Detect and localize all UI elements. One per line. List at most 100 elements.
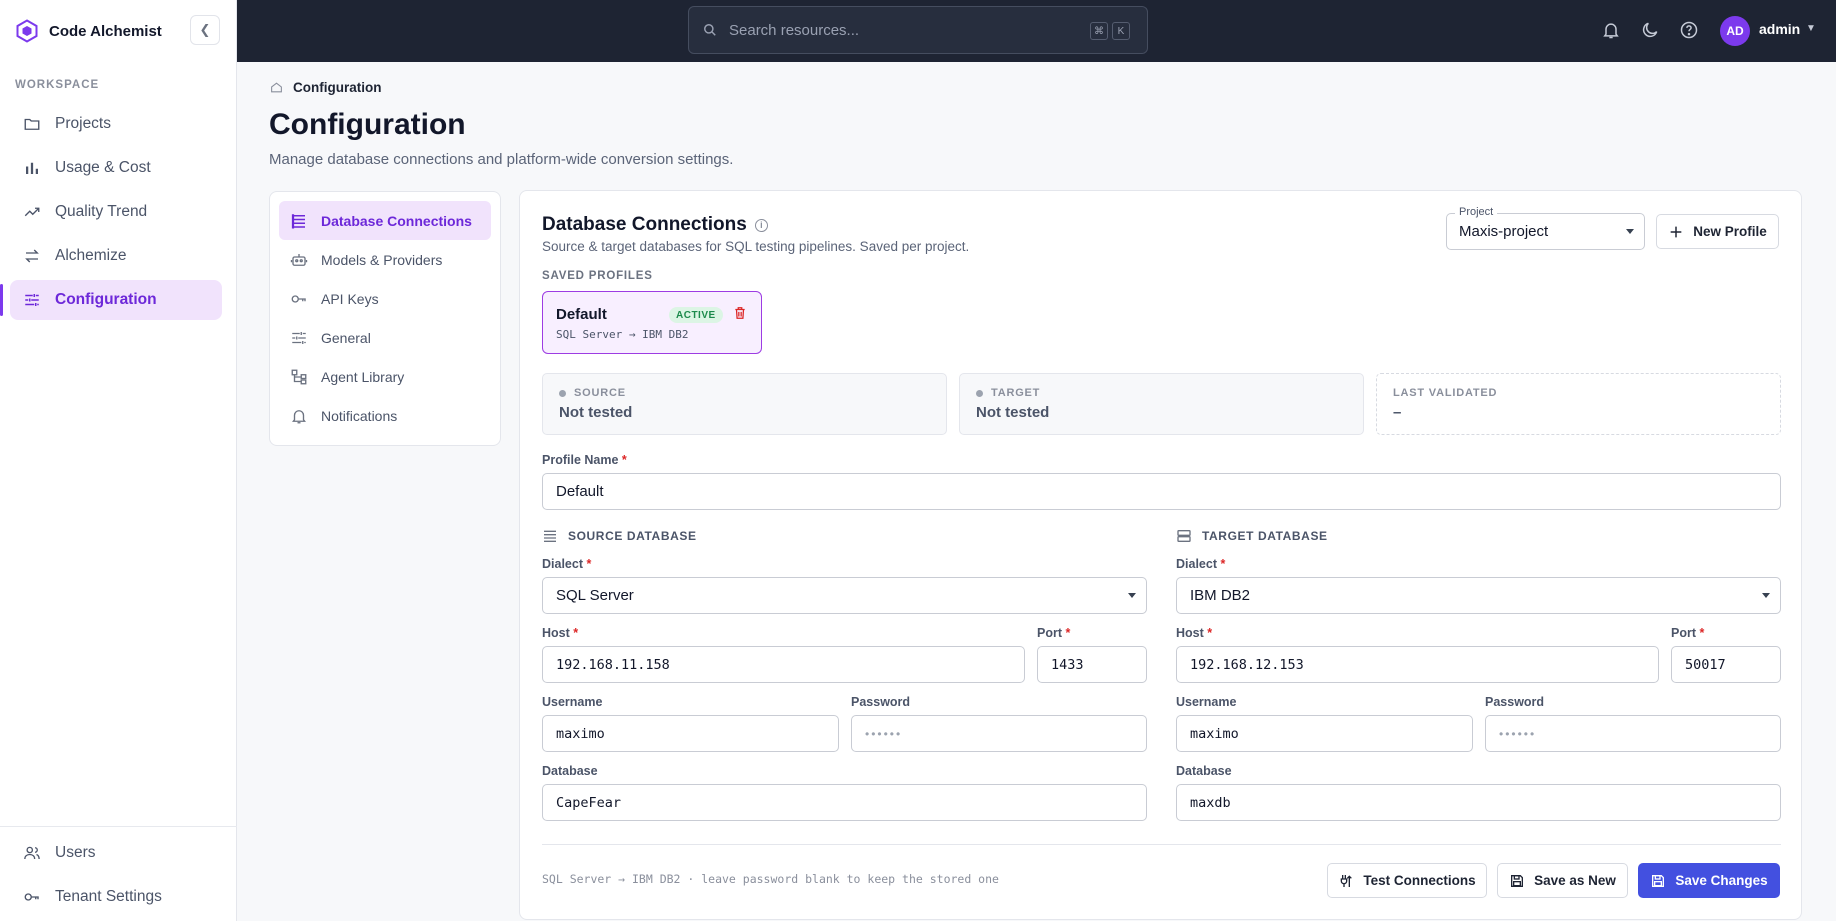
profile-description: SQL Server → IBM DB2 [556, 328, 689, 341]
subnav-item-api-keys[interactable]: API Keys [279, 279, 491, 318]
source-dialect-value: SQL Server [556, 587, 634, 604]
key-icon [291, 294, 306, 303]
source-host-label-text: Host [542, 626, 570, 640]
moon-icon[interactable] [1640, 20, 1660, 40]
source-port-label-text: Port [1037, 626, 1062, 640]
sidebar-item-usage-cost[interactable]: Usage & Cost [10, 148, 222, 188]
source-host-input[interactable]: 192.168.11.158 [542, 646, 1025, 683]
status-dot-icon [976, 389, 983, 397]
subnav-item-database-connections[interactable]: Database Connections [279, 201, 491, 240]
save-icon [1511, 874, 1524, 887]
new-profile-button[interactable]: New Profile [1656, 214, 1779, 249]
sidebar-item-label: Quality Trend [55, 203, 148, 220]
source-host-label: Host * [542, 626, 579, 640]
info-icon[interactable]: i [754, 218, 768, 232]
trash-icon[interactable] [733, 306, 747, 320]
subnav-item-agent-library[interactable]: Agent Library [279, 357, 491, 396]
target-port-label-text: Port [1671, 626, 1696, 640]
source-port-label: Port * [1037, 626, 1071, 640]
status-dot-icon [559, 389, 566, 397]
subnav-item-general[interactable]: General [279, 318, 491, 357]
sidebar-item-users[interactable]: Users [10, 833, 222, 873]
shortcut-key-k: K [1112, 22, 1130, 40]
save-changes-label: Save Changes [1675, 873, 1768, 888]
source-password-label: Password [851, 695, 911, 709]
source-database-heading-text: SOURCE DATABASE [568, 529, 697, 543]
sidebar-item-label: Alchemize [55, 247, 127, 264]
robot-icon [290, 253, 308, 266]
database-icon [544, 530, 556, 542]
profile-card-default[interactable]: Default ACTIVE SQL Server → IBM DB2 [542, 291, 762, 354]
subnav-item-label: API Keys [321, 290, 379, 307]
project-select[interactable]: Project Maxis-project [1446, 206, 1645, 250]
sidebar-item-tenant-settings[interactable]: Tenant Settings [10, 877, 222, 917]
sidebar-item-alchemize[interactable]: Alchemize [10, 236, 222, 276]
target-dialect-select[interactable]: IBM DB2 [1176, 577, 1781, 614]
target-database-input[interactable]: maxdb [1176, 784, 1781, 821]
target-host-input[interactable]: 192.168.12.153 [1176, 646, 1659, 683]
source-status-value: Not tested [559, 404, 633, 421]
subnav-item-notifications[interactable]: Notifications [279, 396, 491, 435]
collapse-sidebar-button[interactable]: ❮ [190, 15, 220, 45]
source-username-input[interactable]: maximo [542, 715, 839, 752]
tree-icon [291, 369, 307, 384]
source-database-heading: SOURCE DATABASE [542, 528, 697, 544]
save-changes-button[interactable]: Save Changes [1638, 863, 1780, 898]
chevron-down-icon[interactable]: ▼ [1806, 23, 1816, 34]
server-icon [1177, 530, 1191, 542]
chevron-left-icon: ❮ [199, 22, 211, 37]
bell-icon [292, 409, 306, 423]
user-menu-name[interactable]: admin [1759, 21, 1800, 37]
home-icon[interactable] [270, 81, 283, 94]
database-icon [291, 213, 305, 228]
topbar: Search resources... ⌘ K AD admin ▼ [237, 0, 1836, 62]
subnav-item-label: Models & Providers [321, 251, 443, 268]
breadcrumb: Configuration [270, 80, 381, 95]
search-input[interactable]: Search resources... ⌘ K [688, 6, 1148, 54]
swap-icon [25, 249, 39, 263]
sidebar-item-projects[interactable]: Projects [10, 104, 222, 144]
target-status-label: TARGET [976, 387, 1040, 399]
source-dialect-select[interactable]: SQL Server [542, 577, 1147, 614]
page-subtitle: Manage database connections and platform… [269, 151, 734, 168]
plus-icon [1670, 226, 1682, 237]
source-port-input[interactable]: 1433 [1037, 646, 1147, 683]
caret-down-icon [1762, 593, 1770, 598]
trend-icon [24, 207, 40, 217]
key-icon [24, 893, 39, 901]
subnav-item-models-providers[interactable]: Models & Providers [279, 240, 491, 279]
caret-down-icon [1626, 229, 1634, 234]
source-dialect-label-text: Dialect [542, 557, 583, 571]
subnav-item-label: Agent Library [321, 368, 405, 385]
profile-name-label-text: Profile Name [542, 453, 619, 467]
target-dialect-label-text: Dialect [1176, 557, 1217, 571]
project-select-label: Project [1455, 206, 1498, 218]
panel-title: Database Connections i [542, 214, 768, 236]
target-status-value: Not tested [976, 404, 1050, 421]
source-username-label: Username [542, 695, 603, 709]
help-icon[interactable] [1679, 20, 1699, 40]
sliders-icon [292, 331, 306, 344]
profile-name-input[interactable]: Default [542, 473, 1781, 510]
sidebar: Code Alchemist ❮ WORKSPACE Projects Usag… [0, 0, 237, 921]
source-database-input[interactable]: CapeFear [542, 784, 1147, 821]
source-status-label: SOURCE [559, 387, 626, 399]
footer-note: SQL Server → IBM DB2 · leave password bl… [542, 872, 999, 886]
source-password-input[interactable]: •••••• [851, 715, 1147, 752]
target-password-input[interactable]: •••••• [1485, 715, 1781, 752]
subnav-item-label: Database Connections [321, 212, 472, 229]
last-validated-label: LAST VALIDATED [1393, 387, 1498, 399]
sidebar-item-configuration[interactable]: Configuration [0, 280, 222, 320]
target-database-heading: TARGET DATABASE [1176, 528, 1328, 544]
test-connections-button[interactable]: Test Connections [1327, 863, 1487, 898]
target-username-input[interactable]: maximo [1176, 715, 1473, 752]
save-as-new-button[interactable]: Save as New [1497, 863, 1628, 898]
target-port-input[interactable]: 50017 [1671, 646, 1781, 683]
sidebar-item-quality-trend[interactable]: Quality Trend [10, 192, 222, 232]
avatar[interactable]: AD [1720, 16, 1750, 46]
bell-icon[interactable] [1601, 20, 1621, 40]
app-name: Code Alchemist [49, 22, 162, 40]
target-host-label-text: Host [1176, 626, 1204, 640]
source-status: SOURCE Not tested [542, 373, 947, 435]
last-validated-status: LAST VALIDATED – [1376, 373, 1781, 435]
